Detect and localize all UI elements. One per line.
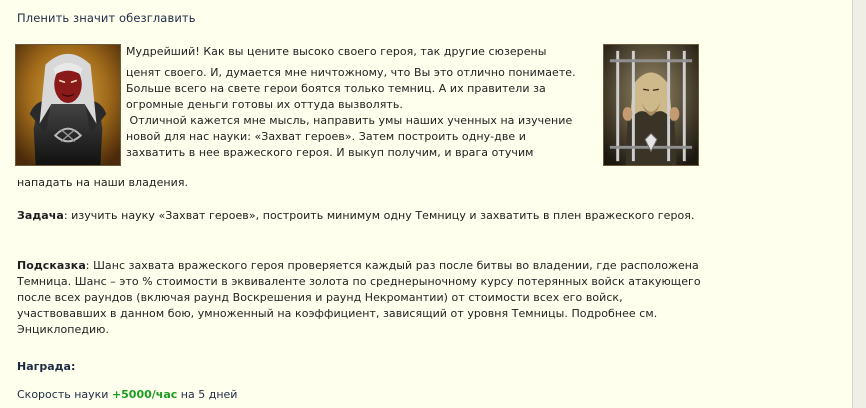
- story-line: нападать на наши владения.: [17, 176, 189, 189]
- quest-title: Пленить значит обезглавить: [17, 11, 196, 25]
- hint-label: Подсказка: [17, 259, 86, 272]
- reward-label: Награда:: [17, 360, 76, 373]
- story-line: ценят своего. И, думается мне ничтожному…: [126, 66, 576, 79]
- task-text: : изучить науку «Захват героев», построи…: [63, 209, 695, 222]
- vertical-scrollbar[interactable]: [852, 0, 866, 408]
- reward-suffix: на 5 дней: [180, 388, 238, 401]
- story-line: Больше всего на свете герои боятся тольк…: [126, 82, 546, 95]
- quest-panel: Пленить значит обезглавить Мудрейший! Ка…: [0, 0, 853, 408]
- story-line: Мудрейший! Как вы цените высоко своего г…: [126, 45, 547, 58]
- hint-text: : Шанс захвата вражеского героя проверяе…: [17, 259, 701, 336]
- story-line: захватить в нее вражеского героя. И выку…: [126, 146, 534, 159]
- reward-line: Скорость науки +5000/час на 5 дней: [17, 388, 237, 401]
- right-portrait-image: [603, 44, 699, 166]
- task-label: Задача: [17, 209, 64, 222]
- reward-value: +5000/час: [111, 388, 178, 401]
- reward-prefix: Скорость науки: [17, 388, 109, 401]
- story-line: огромные деньги готовы их оттуда вызволя…: [126, 98, 403, 111]
- hint-paragraph: Подсказка: Шанс захвата вражеского героя…: [17, 258, 707, 338]
- story-line: новой для нас науки: «Захват героев». За…: [126, 130, 526, 143]
- story-line: Отличной кажется мне мысль, направить ум…: [126, 114, 573, 127]
- task-paragraph: Задача: изучить науку «Захват героев», п…: [17, 208, 707, 224]
- left-portrait-image: [15, 44, 121, 166]
